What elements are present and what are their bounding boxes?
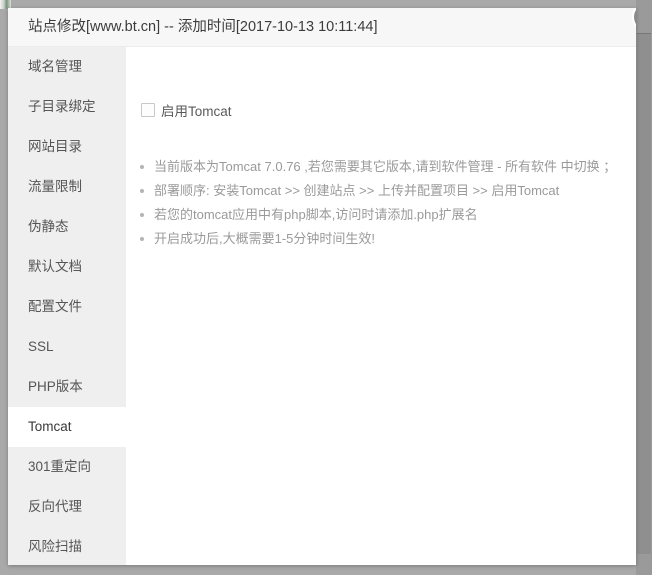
site-modify-dialog: 站点修改[www.bt.cn] -- 添加时间[2017-10-13 10:11… [8,8,636,565]
enable-tomcat-label: 启用Tomcat [161,104,232,119]
dialog-title: 站点修改[www.bt.cn] -- 添加时间[2017-10-13 10:11… [28,19,378,35]
list-item: 开启成功后,大概需要1-5分钟时间生效! [136,227,636,251]
sidebar-item-label: 风险扫描 [28,539,82,554]
sidebar-item-label: 子目录绑定 [28,99,96,114]
sidebar-item-traffic-limit[interactable]: 流量限制 [8,167,126,207]
enable-tomcat-checkbox[interactable] [141,103,155,117]
enable-tomcat-row[interactable]: 启用Tomcat [141,100,232,120]
sidebar-item-ssl[interactable]: SSL [8,327,126,367]
sidebar-item-label: 网站目录 [28,139,82,154]
sidebar-item-label: 流量限制 [28,179,82,194]
sidebar-item-label: 默认文档 [28,259,82,274]
tomcat-notes-list: 当前版本为Tomcat 7.0.76 ,若您需要其它版本,请到软件管理 - 所有… [136,155,636,251]
sidebar-item-label: 配置文件 [28,299,82,314]
sidebar-item-rewrite[interactable]: 伪静态 [8,207,126,247]
sidebar-item-label: 域名管理 [28,59,82,74]
list-item: 当前版本为Tomcat 7.0.76 ,若您需要其它版本,请到软件管理 - 所有… [136,155,636,179]
close-x-glyph [634,8,636,30]
settings-sidebar: 域名管理 子目录绑定 网站目录 流量限制 伪静态 默认文档 配置文件 SSL P… [8,47,126,565]
sidebar-item-default-document[interactable]: 默认文档 [8,247,126,287]
list-item: 部署顺序: 安装Tomcat >> 创建站点 >> 上传并配置项目 >> 启用T… [136,179,636,203]
sidebar-item-label: 反向代理 [28,499,82,514]
sidebar-item-label: PHP版本 [28,379,83,394]
sidebar-item-config-file[interactable]: 配置文件 [8,287,126,327]
sidebar-item-reverse-proxy[interactable]: 反向代理 [8,487,126,527]
sidebar-item-301-redirect[interactable]: 301重定向 [8,447,126,487]
page-scrollbar[interactable] [636,0,652,575]
sidebar-item-site-directory[interactable]: 网站目录 [8,127,126,167]
sidebar-item-label: 伪静态 [28,219,69,234]
sidebar-item-domain-management[interactable]: 域名管理 [8,47,126,87]
dialog-body: 域名管理 子目录绑定 网站目录 流量限制 伪静态 默认文档 配置文件 SSL P… [8,47,636,565]
sidebar-item-label: 301重定向 [28,459,92,474]
sidebar-item-tomcat[interactable]: Tomcat [8,407,126,447]
sidebar-item-label: Tomcat [28,419,72,434]
sidebar-item-subdirectory-binding[interactable]: 子目录绑定 [8,87,126,127]
page-scrollbar-thumb[interactable] [637,33,651,554]
list-item: 若您的tomcat应用中有php脚本,访问时请添加.php扩展名 [136,203,636,227]
sidebar-item-label: SSL [28,339,54,354]
tomcat-panel: 启用Tomcat 当前版本为Tomcat 7.0.76 ,若您需要其它版本,请到… [126,47,636,565]
dialog-title-bar: 站点修改[www.bt.cn] -- 添加时间[2017-10-13 10:11… [8,8,636,47]
sidebar-item-php-version[interactable]: PHP版本 [8,367,126,407]
sidebar-item-risk-scan[interactable]: 风险扫描 [8,527,126,565]
